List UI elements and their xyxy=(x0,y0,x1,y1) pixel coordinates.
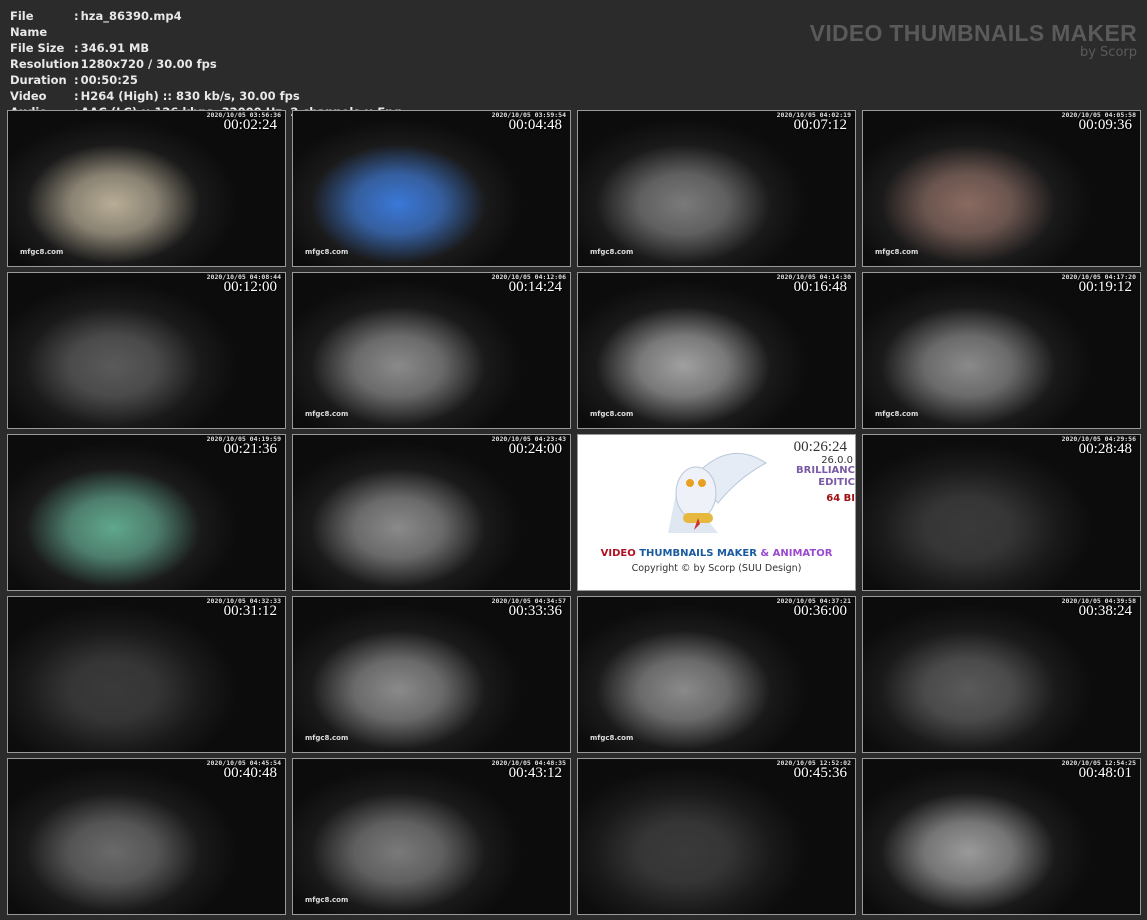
thumbnail-timestamp: 00:36:00 xyxy=(793,603,847,619)
info-value: H264 (High) :: 830 kb/s, 30.00 fps xyxy=(80,89,300,103)
watermark: mfgc8.com xyxy=(305,896,349,904)
edition-label: BRILLIANC EDITIC 64 BI xyxy=(796,465,855,505)
info-row: Resolution: 1280x720 / 30.00 fps xyxy=(10,56,402,72)
thumbnail-timestamp: 00:38:24 xyxy=(1078,603,1132,619)
thumbnail-timestamp: 00:45:36 xyxy=(793,765,847,781)
video-thumbnail[interactable]: 2020/10/05 12:52:02 00:45:36 xyxy=(577,758,856,915)
info-separator: : xyxy=(74,41,79,55)
info-row: File Name: hza_86390.mp4 xyxy=(10,8,402,40)
info-row: Duration: 00:50:25 xyxy=(10,72,402,88)
video-thumbnail[interactable]: 2020/10/05 04:14:30 00:16:48 mfgc8.com xyxy=(577,272,856,429)
thumbnail-timestamp: 00:43:12 xyxy=(508,765,562,781)
thumbnail-timestamp: 00:24:00 xyxy=(508,441,562,457)
video-thumbnail[interactable]: 2020/10/05 04:48:35 00:43:12 mfgc8.com xyxy=(292,758,571,915)
thumbnail-timestamp: 00:31:12 xyxy=(223,603,277,619)
product-name-part: THUMBNAILS MAKER xyxy=(639,548,761,559)
video-thumbnail[interactable]: 2020/10/05 04:34:57 00:33:36 mfgc8.com xyxy=(292,596,571,753)
watermark: mfgc8.com xyxy=(875,410,919,418)
thumbnail-timestamp: 00:26:24 xyxy=(793,439,847,455)
watermark: mfgc8.com xyxy=(305,410,349,418)
info-label: Duration xyxy=(10,73,67,87)
video-thumbnail[interactable]: 2020/10/05 04:37:21 00:36:00 mfgc8.com xyxy=(577,596,856,753)
copyright-text: Copyright © by Scorp (SUU Design) xyxy=(631,563,802,574)
video-thumbnail[interactable]: 2020/10/05 04:39:58 00:38:24 xyxy=(862,596,1141,753)
brand-title: VIDEO THUMBNAILS MAKER xyxy=(809,20,1137,46)
info-label: File Name xyxy=(10,9,48,39)
watermark: mfgc8.com xyxy=(590,734,634,742)
thumbnail-timestamp: 00:40:48 xyxy=(223,765,277,781)
video-thumbnail[interactable]: 2020/10/05 12:54:25 00:48:01 xyxy=(862,758,1141,915)
info-label: File Size xyxy=(10,41,65,55)
info-separator: : xyxy=(74,9,79,23)
brand-by: by Scorp xyxy=(1079,45,1137,60)
info-separator: : xyxy=(74,73,79,87)
thumbnail-timestamp: 00:33:36 xyxy=(508,603,562,619)
product-name: VIDEO THUMBNAILS MAKER & ANIMATOR xyxy=(578,548,855,559)
video-thumbnail[interactable]: 2020/10/05 03:56:36 00:02:24 mfgc8.com xyxy=(7,110,286,267)
video-thumbnail[interactable]: 2020/10/05 04:29:56 00:28:48 xyxy=(862,434,1141,591)
video-thumbnail[interactable]: 2020/10/05 04:23:43 00:24:00 xyxy=(292,434,571,591)
thumbnail-timestamp: 00:28:48 xyxy=(1078,441,1132,457)
watermark: mfgc8.com xyxy=(305,734,349,742)
brand-logo: VIDEO THUMBNAILS MAKER by Scorp xyxy=(810,20,1137,60)
video-thumbnail[interactable]: 2020/10/05 03:59:54 00:04:48 mfgc8.com xyxy=(292,110,571,267)
edition-line: EDITIC xyxy=(818,477,855,488)
thumbnail-timestamp: 00:48:01 xyxy=(1078,765,1132,781)
watermark: mfgc8.com xyxy=(875,248,919,256)
owl-logo-icon xyxy=(658,443,768,538)
thumbnail-timestamp: 00:21:36 xyxy=(223,441,277,457)
watermark: mfgc8.com xyxy=(590,410,634,418)
thumbnail-vtm-logo[interactable]: 00:26:24 26.0.0 BRILLIANC EDITIC 64 BI VIDEO … xyxy=(577,434,856,591)
thumbnail-timestamp: 00:04:48 xyxy=(508,117,562,133)
thumbnail-timestamp: 00:19:12 xyxy=(1078,279,1132,295)
watermark: mfgc8.com xyxy=(305,248,349,256)
info-value: 346.91 MB xyxy=(80,41,150,55)
info-separator: : xyxy=(74,57,79,71)
video-thumbnail[interactable]: 2020/10/05 04:05:58 00:09:36 mfgc8.com xyxy=(862,110,1141,267)
thumbnail-timestamp: 00:14:24 xyxy=(508,279,562,295)
video-thumbnail[interactable]: 2020/10/05 04:32:33 00:31:12 xyxy=(7,596,286,753)
info-value: 00:50:25 xyxy=(80,73,138,87)
video-thumbnail[interactable]: 2020/10/05 04:19:59 00:21:36 xyxy=(7,434,286,591)
watermark: mfgc8.com xyxy=(20,248,64,256)
watermark: mfgc8.com xyxy=(590,248,634,256)
thumbnail-grid: 2020/10/05 03:56:36 00:02:24 mfgc8.com 2020… xyxy=(7,110,1141,915)
video-thumbnail[interactable]: 2020/10/05 04:02:19 00:07:12 mfgc8.com xyxy=(577,110,856,267)
edition-line: BRILLIANC xyxy=(796,465,855,476)
thumbnail-timestamp: 00:02:24 xyxy=(223,117,277,133)
info-separator: : xyxy=(74,89,79,103)
info-label: Video xyxy=(10,89,47,103)
file-info: File Name: hza_86390.mp4 File Size: 346.9… xyxy=(10,8,402,120)
thumbnail-timestamp: 00:16:48 xyxy=(793,279,847,295)
product-name-part: & ANIMATOR xyxy=(760,548,833,559)
thumbnail-timestamp: 00:12:00 xyxy=(223,279,277,295)
video-thumbnail[interactable]: 2020/10/05 04:45:54 00:40:48 xyxy=(7,758,286,915)
thumbnail-timestamp: 00:09:36 xyxy=(1078,117,1132,133)
video-thumbnail[interactable]: 2020/10/05 04:17:20 00:19:12 mfgc8.com xyxy=(862,272,1141,429)
info-row: Video: H264 (High) :: 830 kb/s, 30.00 fp… xyxy=(10,88,402,104)
video-thumbnail[interactable]: 2020/10/05 04:08:44 00:12:00 xyxy=(7,272,286,429)
info-value: 1280x720 / 30.00 fps xyxy=(80,57,217,71)
product-name-part: VIDEO xyxy=(600,548,640,559)
thumbnail-timestamp: 00:07:12 xyxy=(793,117,847,133)
bits-label: 64 BI xyxy=(826,493,855,504)
info-label: Resolution xyxy=(10,57,80,71)
info-value: hza_86390.mp4 xyxy=(80,9,182,23)
video-thumbnail[interactable]: 2020/10/05 04:12:06 00:14:24 mfgc8.com xyxy=(292,272,571,429)
info-row: File Size: 346.91 MB xyxy=(10,40,402,56)
